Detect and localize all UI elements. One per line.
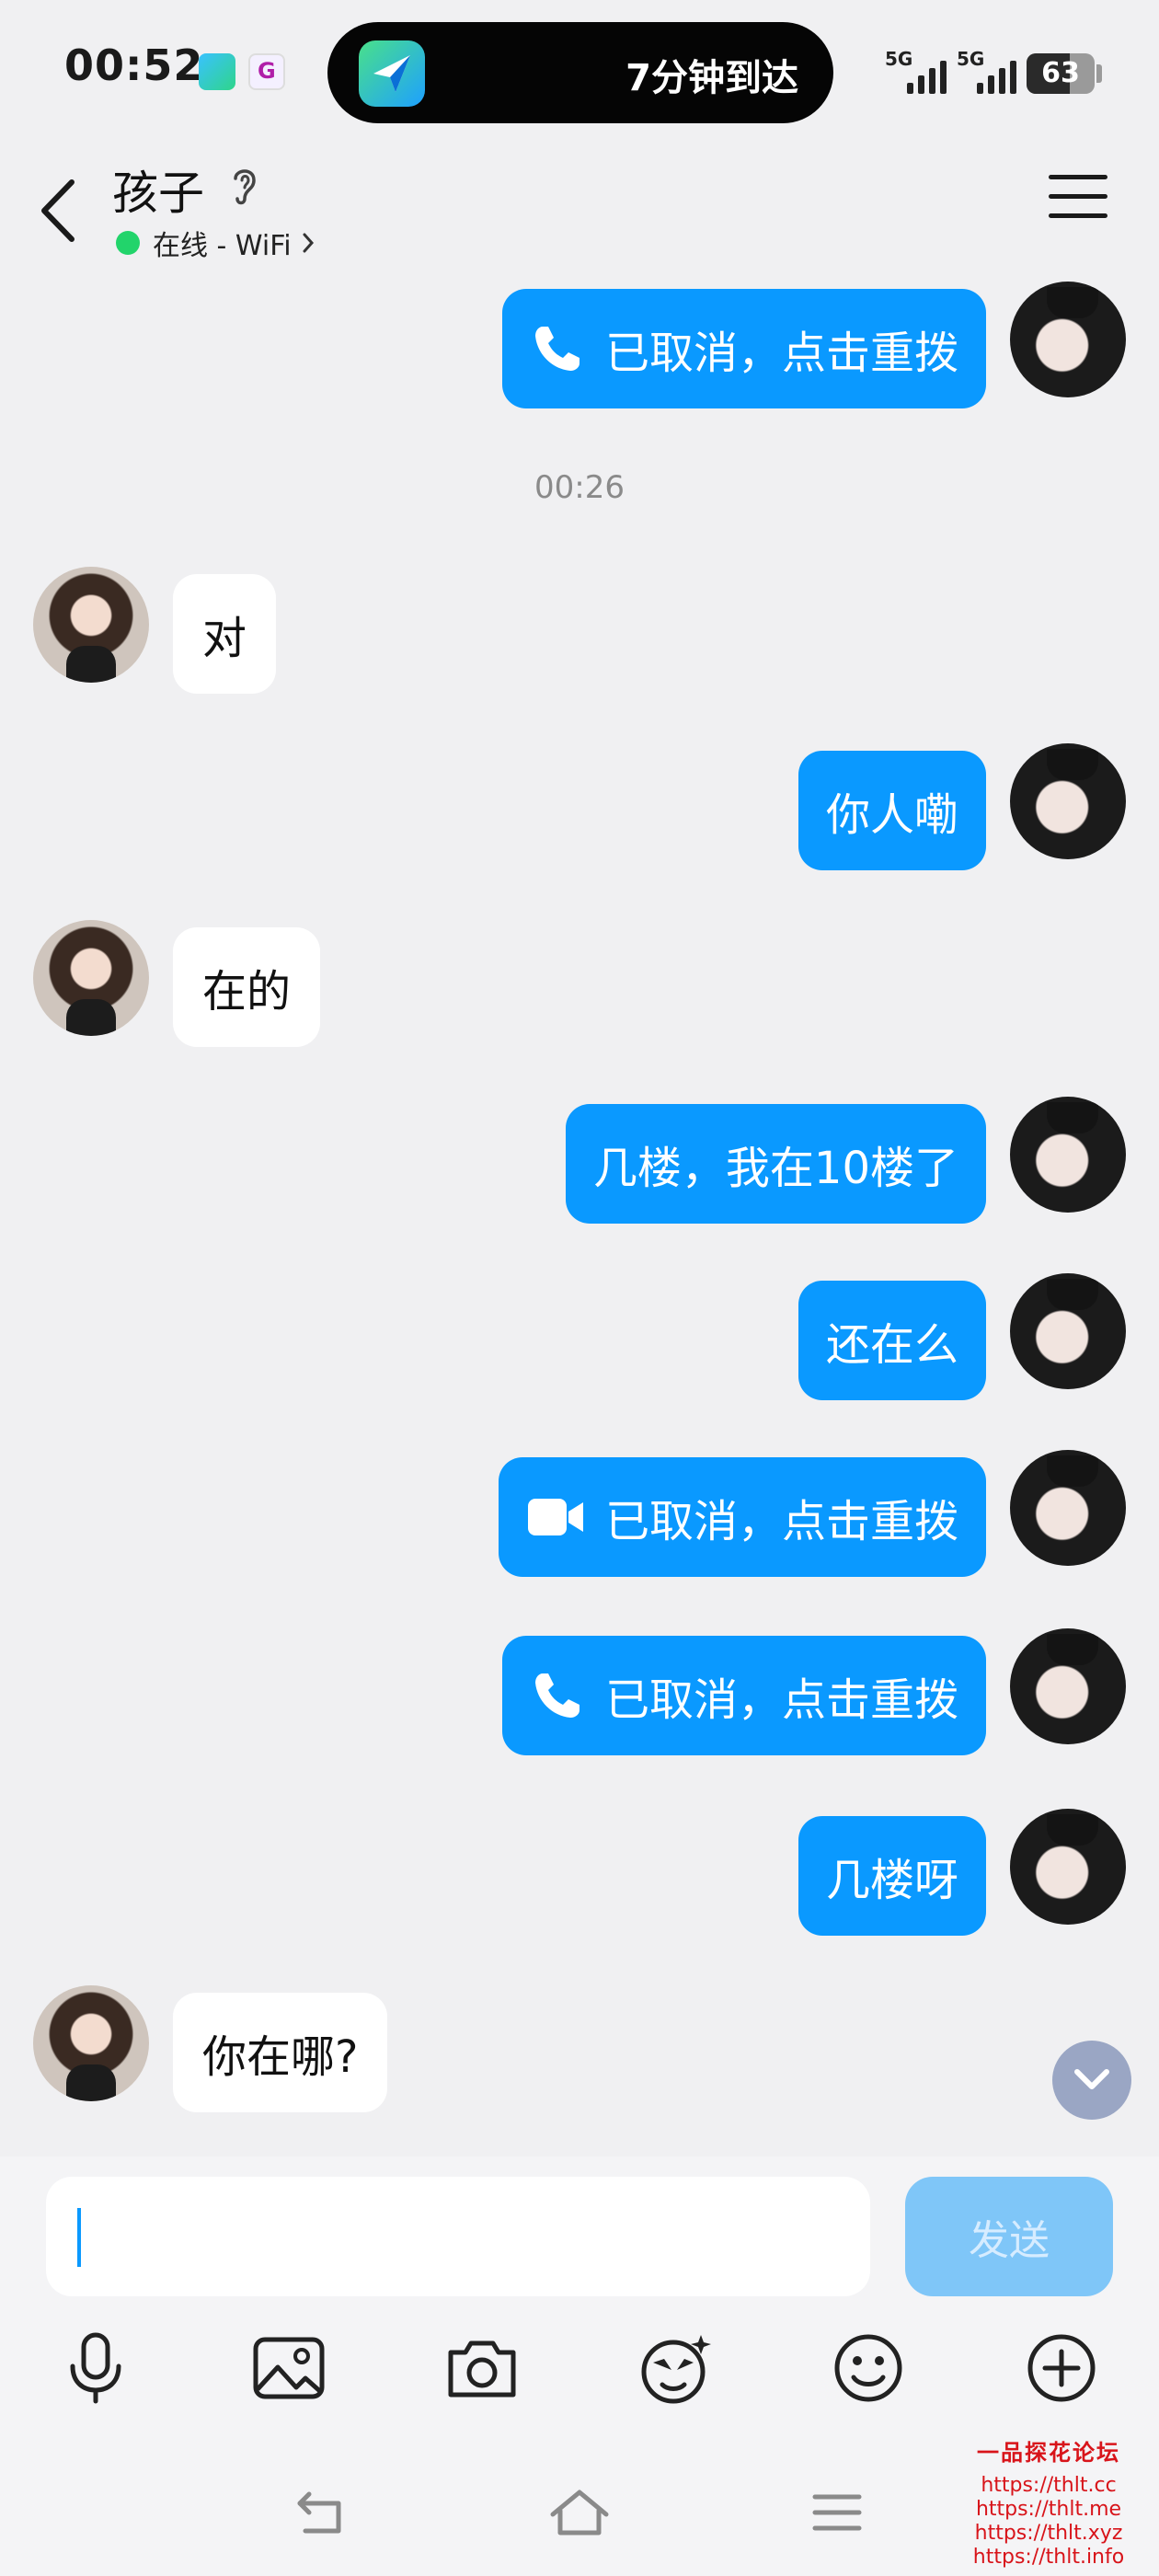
dynamic-island-activity[interactable]: 7分钟到达: [327, 22, 833, 123]
home-nav-icon[interactable]: [543, 2480, 616, 2545]
message-bubble[interactable]: 在的: [173, 927, 321, 1047]
message-timestamp: 00:26: [534, 469, 625, 506]
avatar[interactable]: [1010, 1628, 1126, 1744]
message-bubble[interactable]: 对: [173, 574, 277, 694]
notification-app-icon: [248, 53, 285, 90]
plus-icon[interactable]: [1016, 2322, 1107, 2414]
avatar[interactable]: [33, 920, 149, 1036]
phone-icon: [530, 1668, 585, 1723]
avatar[interactable]: [1010, 1097, 1126, 1213]
call-record-bubble[interactable]: 已取消，点击重拨: [501, 289, 986, 408]
menu-icon[interactable]: [1049, 175, 1107, 230]
status-bar: 00:52 7分钟到达 5G 5G 63: [0, 0, 1159, 147]
message-input[interactable]: [46, 2177, 870, 2296]
microphone-icon[interactable]: [50, 2322, 142, 2414]
chevron-left-icon: [41, 179, 75, 242]
call-record-text: 已取消，点击重拨: [604, 328, 958, 379]
avatar[interactable]: [1010, 282, 1126, 397]
phone-icon: [530, 321, 585, 376]
call-record-bubble[interactable]: 已取消，点击重拨: [498, 1457, 986, 1577]
camera-icon[interactable]: [436, 2322, 528, 2414]
avatar[interactable]: [1010, 1273, 1126, 1389]
image-icon[interactable]: [243, 2322, 335, 2414]
contact-name[interactable]: 孩子: [112, 156, 204, 223]
chevron-down-icon: [1074, 2069, 1109, 2089]
text-caret: [77, 2208, 81, 2267]
watermark: 一品探花论坛 https://thlt.cc https://thlt.me h…: [947, 2434, 1150, 2570]
video-camera-icon: [526, 1491, 585, 1543]
status-time: 00:52: [64, 40, 204, 90]
watermark-link: https://thlt.me: [975, 2498, 1122, 2521]
avatar[interactable]: [33, 1985, 149, 2101]
notification-app-icon: [199, 53, 235, 90]
scroll-to-bottom-button[interactable]: [1052, 2041, 1131, 2120]
signal-strength-icon: [907, 57, 947, 94]
chevron-right-icon: [303, 233, 314, 253]
call-record-bubble[interactable]: 已取消，点击重拨: [501, 1636, 986, 1755]
recents-nav-icon[interactable]: [800, 2480, 874, 2545]
watermark-link: https://thlt.info: [972, 2546, 1125, 2569]
back-button[interactable]: [33, 169, 88, 252]
message-bubble[interactable]: 几楼，我在10楼了: [565, 1104, 986, 1224]
message-bubble[interactable]: 还在么: [798, 1281, 986, 1400]
message-bubble[interactable]: 你在哪?: [173, 1993, 388, 2112]
navigation-app-icon: [359, 40, 425, 107]
message-bubble[interactable]: 几楼呀: [798, 1816, 986, 1936]
message-bubble[interactable]: 你人嘞: [798, 751, 986, 870]
watermark-link: https://thlt.xyz: [974, 2522, 1123, 2545]
chat-header: 孩子 在线 - WiFi: [0, 147, 1159, 276]
battery-level: 63: [1041, 57, 1080, 89]
battery-tip: [1096, 64, 1102, 83]
avatar[interactable]: [33, 567, 149, 683]
call-record-text: 已取消，点击重拨: [604, 1674, 958, 1726]
signal-strength-icon: [977, 57, 1016, 94]
presence-status[interactable]: 在线 - WiFi: [116, 223, 316, 263]
watermark-title: 一品探花论坛: [977, 2440, 1120, 2466]
avatar[interactable]: [1010, 743, 1126, 859]
ear-icon: [226, 162, 263, 210]
avatar[interactable]: [1010, 1809, 1126, 1925]
online-dot-icon: [116, 231, 140, 255]
eta-text: 7分钟到达: [625, 57, 798, 99]
watermark-link: https://thlt.cc: [981, 2474, 1117, 2497]
battery-icon: 63: [1027, 53, 1095, 94]
emoji-icon[interactable]: [822, 2322, 914, 2414]
send-button[interactable]: 发送: [905, 2177, 1113, 2296]
avatar[interactable]: [1010, 1450, 1126, 1566]
call-record-text: 已取消，点击重拨: [604, 1496, 958, 1547]
sticker-icon[interactable]: [629, 2322, 721, 2414]
presence-text: 在线 - WiFi: [153, 230, 292, 262]
back-nav-icon[interactable]: [285, 2480, 359, 2545]
